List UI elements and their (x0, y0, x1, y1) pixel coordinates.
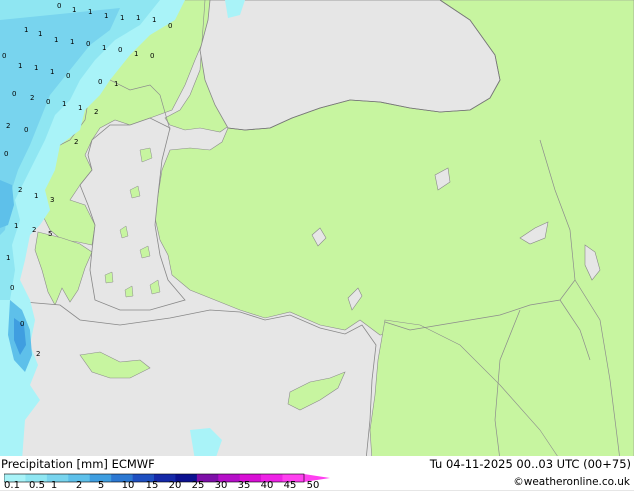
precip-value-label: 0 (20, 320, 24, 328)
precip-value-label: 1 (102, 44, 106, 52)
precip-value-label: 1 (120, 14, 124, 22)
precip-value-label: 2 (18, 186, 22, 194)
precip-value-label: 0 (12, 90, 16, 98)
precip-value-label: 0 (98, 78, 102, 86)
precip-value-label: 2 (36, 350, 40, 358)
precip-value-label: 1 (34, 64, 38, 72)
precip-value-label: 1 (88, 8, 92, 16)
precip-value-label: 0 (118, 46, 122, 54)
precip-value-label: 1 (78, 104, 82, 112)
colorbar-tick-label: 50 (306, 480, 320, 491)
colorbar-tick-label: 25 (191, 480, 205, 491)
precip-value-label: 1 (50, 68, 54, 76)
precip-value-label: 1 (34, 192, 38, 200)
precip-value-label: 0 (86, 40, 90, 48)
precip-value-label: 5 (48, 230, 52, 238)
precip-value-label: 0 (10, 284, 14, 292)
precip-value-label: 1 (18, 62, 22, 70)
colorbar-tick-label: 1 (50, 480, 58, 491)
precip-value-label: 1 (70, 38, 74, 46)
precip-value-label: 0 (4, 150, 8, 158)
precip-value-label: 1 (72, 6, 76, 14)
colorbar-tick-label: 20 (168, 480, 182, 491)
colorbar-tick-label: 2 (75, 480, 83, 491)
precip-value-label: 0 (46, 98, 50, 106)
valid-time: Tu 04-11-2025 00..03 UTC (00+75) (429, 457, 631, 471)
precip-value-label: 2 (30, 94, 34, 102)
precip-value-label: 1 (38, 30, 42, 38)
precip-value-label: 1 (136, 14, 140, 22)
precip-value-label: 1 (104, 12, 108, 20)
precip-value-label: 1 (6, 254, 10, 262)
precip-value-label: 3 (50, 196, 54, 204)
colorbar-tick-label: 0.5 (29, 480, 45, 491)
precip-value-label: 0 (66, 72, 70, 80)
credit-text: ©weatheronline.co.uk (513, 476, 630, 488)
precip-value-label: 0 (168, 22, 172, 30)
colorbar-tick-label: 0.1 (4, 480, 20, 491)
precip-value-label: 1 (134, 50, 138, 58)
precip-value-label: 0 (150, 52, 154, 60)
legend-footer: Precipitation [mm] ECMWF Tu 04-11-2025 0… (0, 456, 634, 491)
precip-value-label: 1 (14, 222, 18, 230)
precip-value-label: 1 (62, 100, 66, 108)
precipitation-map: 0 1 1 1 1 1 1 0 1 1 1 1 0 1 0 1 0 0 1 1 1 0 0 1 0 2 0 1 1 2 2 0 2 0 2 1 3 1 2 5… (0, 0, 634, 461)
colorbar-tick-label: 30 (214, 480, 228, 491)
precip-value-label: 1 (54, 36, 58, 44)
colorbar-tick-label: 35 (237, 480, 251, 491)
precip-value-label: 1 (24, 26, 28, 34)
colorbar-tick-label: 5 (97, 480, 105, 491)
colorbar-tick-label: 45 (283, 480, 297, 491)
precip-value-label: 0 (2, 52, 6, 60)
precip-value-label: 0 (24, 126, 28, 134)
map-title: Precipitation [mm] ECMWF (1, 457, 155, 471)
precip-value-label: 2 (6, 122, 10, 130)
precip-value-label: 2 (32, 226, 36, 234)
precip-value-label: 0 (57, 2, 61, 10)
precip-value-label: 1 (152, 16, 156, 24)
precip-value-label: 2 (94, 108, 98, 116)
precip-value-label: 2 (74, 138, 78, 146)
colorbar-tick-label: 40 (260, 480, 274, 491)
precip-value-label: 1 (114, 80, 118, 88)
colorbar-tick-label: 15 (145, 480, 159, 491)
colorbar-tick-label: 10 (121, 480, 135, 491)
